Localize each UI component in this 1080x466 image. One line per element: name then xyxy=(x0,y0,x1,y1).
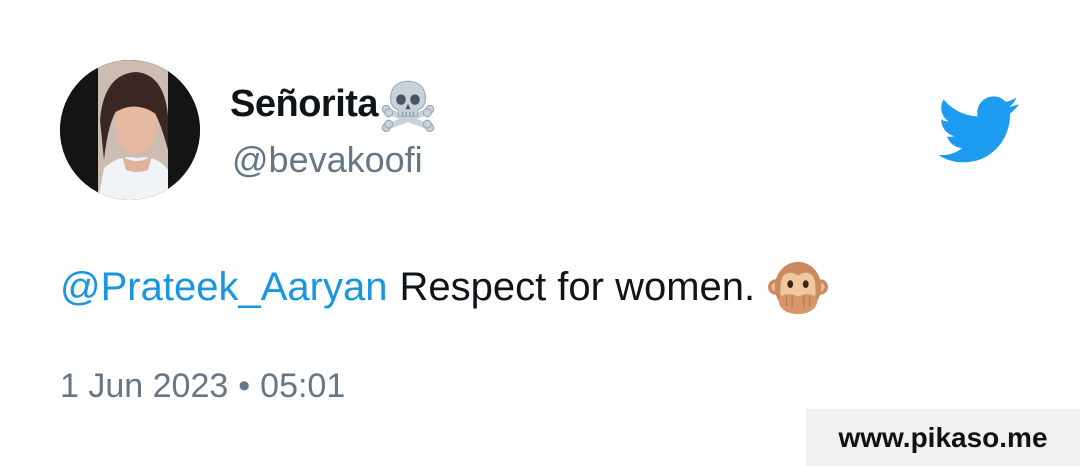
tweet-date: 1 Jun 2023 xyxy=(60,367,229,405)
display-name-row: Señorita xyxy=(230,76,436,132)
tweet-time: 05:01 xyxy=(260,367,346,405)
tweet-card: Señorita @bevakoofi @Prateek_Aaryan Resp… xyxy=(0,0,1080,466)
tweet-timestamp[interactable]: 1 Jun 2023 • 05:01 xyxy=(60,366,345,406)
watermark: www.pikaso.me xyxy=(806,409,1080,466)
display-name[interactable]: Señorita xyxy=(230,85,379,123)
meta-separator: • xyxy=(238,367,251,405)
tweet-text: @Prateek_Aaryan Respect for women. xyxy=(60,258,829,316)
avatar[interactable] xyxy=(60,60,200,200)
twitter-bird-icon[interactable] xyxy=(938,96,1020,164)
avatar-photo xyxy=(60,60,200,200)
tweet-body: Respect for women. xyxy=(399,265,756,309)
user-handle[interactable]: @bevakoofi xyxy=(232,140,423,180)
skull-and-crossbones-icon xyxy=(381,80,435,132)
speak-no-evil-monkey-icon xyxy=(768,261,829,315)
mention-link[interactable]: @Prateek_Aaryan xyxy=(60,258,387,316)
